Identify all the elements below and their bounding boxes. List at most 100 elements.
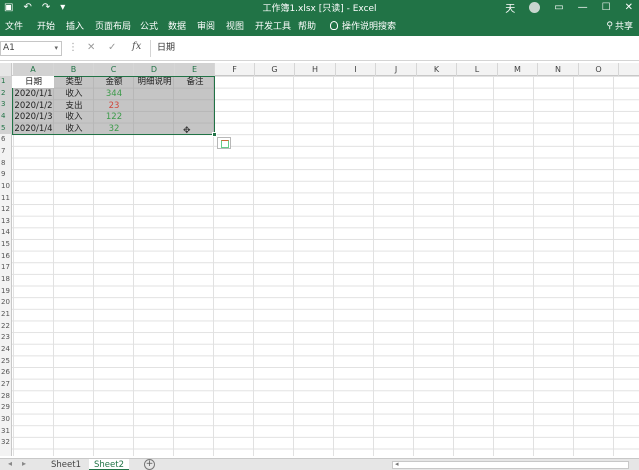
avatar[interactable]	[529, 1, 541, 13]
table-header[interactable]: 类型	[54, 76, 94, 88]
row-header[interactable]: 22	[0, 321, 12, 333]
row-header[interactable]: 13	[0, 216, 12, 228]
cell-date[interactable]: 2020/1/1	[13, 88, 54, 100]
close-button[interactable]: ✕	[625, 2, 633, 13]
tab-formulas[interactable]: 公式	[140, 19, 158, 32]
tell-me-search[interactable]: 操作说明搜索	[330, 19, 396, 32]
ribbon-display-icon[interactable]: ▭	[554, 2, 563, 13]
column-header[interactable]: D	[134, 63, 175, 76]
row-header[interactable]: 19	[0, 286, 12, 298]
cell-type[interactable]: 收入	[54, 88, 94, 100]
cell-amount[interactable]: 344	[94, 88, 134, 100]
row-header[interactable]: 11	[0, 193, 12, 205]
row-header[interactable]: 2	[0, 87, 12, 100]
column-header[interactable]: J	[376, 63, 417, 76]
more-icon: ⋮	[68, 42, 78, 53]
cell-date[interactable]: 2020/1/3	[13, 111, 54, 123]
table-header[interactable]: 日期	[13, 76, 54, 88]
row-header[interactable]: 28	[0, 391, 12, 403]
tab-file[interactable]: 文件	[5, 19, 23, 32]
table-header[interactable]: 金额	[94, 76, 134, 88]
tab-page-layout[interactable]: 页面布局	[95, 19, 131, 32]
tab-help[interactable]: 帮助	[298, 19, 316, 32]
row-header[interactable]: 5	[0, 122, 12, 135]
scroll-right-icon[interactable]: ▸	[22, 459, 26, 468]
cancel-icon[interactable]: ✕	[87, 42, 95, 53]
row-header[interactable]: 30	[0, 414, 12, 426]
row-header[interactable]: 3	[0, 99, 12, 111]
column-header[interactable]: M	[498, 63, 538, 76]
quick-analysis-icon[interactable]	[217, 137, 231, 149]
column-header[interactable]: N	[538, 63, 579, 76]
check-icon[interactable]: ✓	[108, 42, 116, 53]
horizontal-scrollbar[interactable]: ◂	[392, 460, 629, 469]
row-header[interactable]: 7	[0, 146, 12, 158]
tab-data[interactable]: 数据	[168, 19, 186, 32]
title-bar: ▣ ↶ ↷ ▾ 工作簿1.xlsx [只读] - Excel 天 ▭ — ☐ ✕	[0, 0, 639, 15]
column-header[interactable]: G	[255, 63, 295, 76]
row-header[interactable]: 25	[0, 356, 12, 368]
column-header[interactable]: I	[336, 63, 376, 76]
row-header[interactable]: 1	[0, 76, 12, 88]
chevron-down-icon[interactable]: ▾	[54, 42, 58, 55]
cell-type[interactable]: 收入	[54, 123, 94, 135]
column-header[interactable]: H	[295, 63, 336, 76]
insert-function-icon[interactable]: fx	[132, 41, 141, 52]
row-header[interactable]: 29	[0, 402, 12, 414]
row-header[interactable]: 10	[0, 181, 12, 193]
row-header[interactable]: 23	[0, 332, 12, 344]
column-header[interactable]: O	[579, 63, 619, 76]
add-sheet-button[interactable]: +	[144, 459, 155, 470]
tab-view[interactable]: 视图	[226, 19, 244, 32]
scroll-left-icon[interactable]: ◂	[8, 459, 12, 468]
row-header[interactable]: 20	[0, 297, 12, 309]
row-header[interactable]: 6	[0, 134, 12, 146]
column-header[interactable]: K	[417, 63, 457, 76]
tab-developer[interactable]: 开发工具	[255, 19, 291, 32]
table-header[interactable]: 备注	[175, 76, 215, 88]
person-icon: ⚲	[606, 20, 613, 31]
row-header[interactable]: 24	[0, 344, 12, 356]
row-header[interactable]: 15	[0, 239, 12, 251]
row-header[interactable]: 8	[0, 158, 12, 170]
scroll-left-arrow-icon[interactable]: ◂	[395, 460, 399, 468]
maximize-button[interactable]: ☐	[602, 2, 611, 13]
row-header[interactable]: 16	[0, 251, 12, 263]
select-all-button[interactable]	[0, 63, 12, 76]
column-header[interactable]: E	[175, 63, 215, 76]
tab-home[interactable]: 开始	[37, 19, 55, 32]
formula-input[interactable]: 日期	[150, 40, 637, 57]
tab-insert[interactable]: 插入	[66, 19, 84, 32]
column-header[interactable]: B	[54, 63, 94, 76]
row-headers: 1 2 3 4 5 6 7 8 9 10 11 12 13 14 15 16 17 18 19 20 21 22 23 24 2…	[0, 76, 12, 456]
column-header[interactable]: A	[13, 63, 54, 76]
minimize-button[interactable]: —	[578, 2, 588, 13]
sheet-tab-sheet1[interactable]: Sheet1	[46, 459, 86, 470]
row-header[interactable]: 27	[0, 379, 12, 391]
name-box[interactable]: A1 ▾	[0, 41, 62, 56]
tab-review[interactable]: 审阅	[197, 19, 215, 32]
row-header[interactable]: 18	[0, 274, 12, 286]
row-header[interactable]: 31	[0, 426, 12, 438]
sheet-tab-sheet2[interactable]: Sheet2	[89, 459, 129, 470]
column-header[interactable]: C	[94, 63, 134, 76]
column-header[interactable]: L	[457, 63, 498, 76]
row-header[interactable]: 21	[0, 309, 12, 321]
column-headers: A B C D E F G H I J K L M N O	[0, 63, 639, 76]
user-name[interactable]: 天	[505, 0, 515, 15]
cell-type[interactable]: 收入	[54, 111, 94, 123]
cell-amount[interactable]: 32	[94, 123, 134, 135]
row-header[interactable]: 14	[0, 227, 12, 239]
row-header[interactable]: 32	[0, 437, 12, 449]
share-button[interactable]: ⚲ 共享	[606, 19, 633, 33]
row-header[interactable]: 9	[0, 169, 12, 181]
table-header[interactable]: 明细说明	[134, 76, 175, 88]
row-header[interactable]: 4	[0, 110, 12, 123]
cell-date[interactable]: 2020/1/4	[13, 123, 54, 135]
row-header[interactable]: 26	[0, 367, 12, 379]
cell-amount[interactable]: 122	[94, 111, 134, 123]
name-box-value: A1	[3, 43, 15, 53]
row-header[interactable]: 17	[0, 262, 12, 274]
column-header[interactable]: F	[215, 63, 255, 76]
row-header[interactable]: 12	[0, 204, 12, 216]
